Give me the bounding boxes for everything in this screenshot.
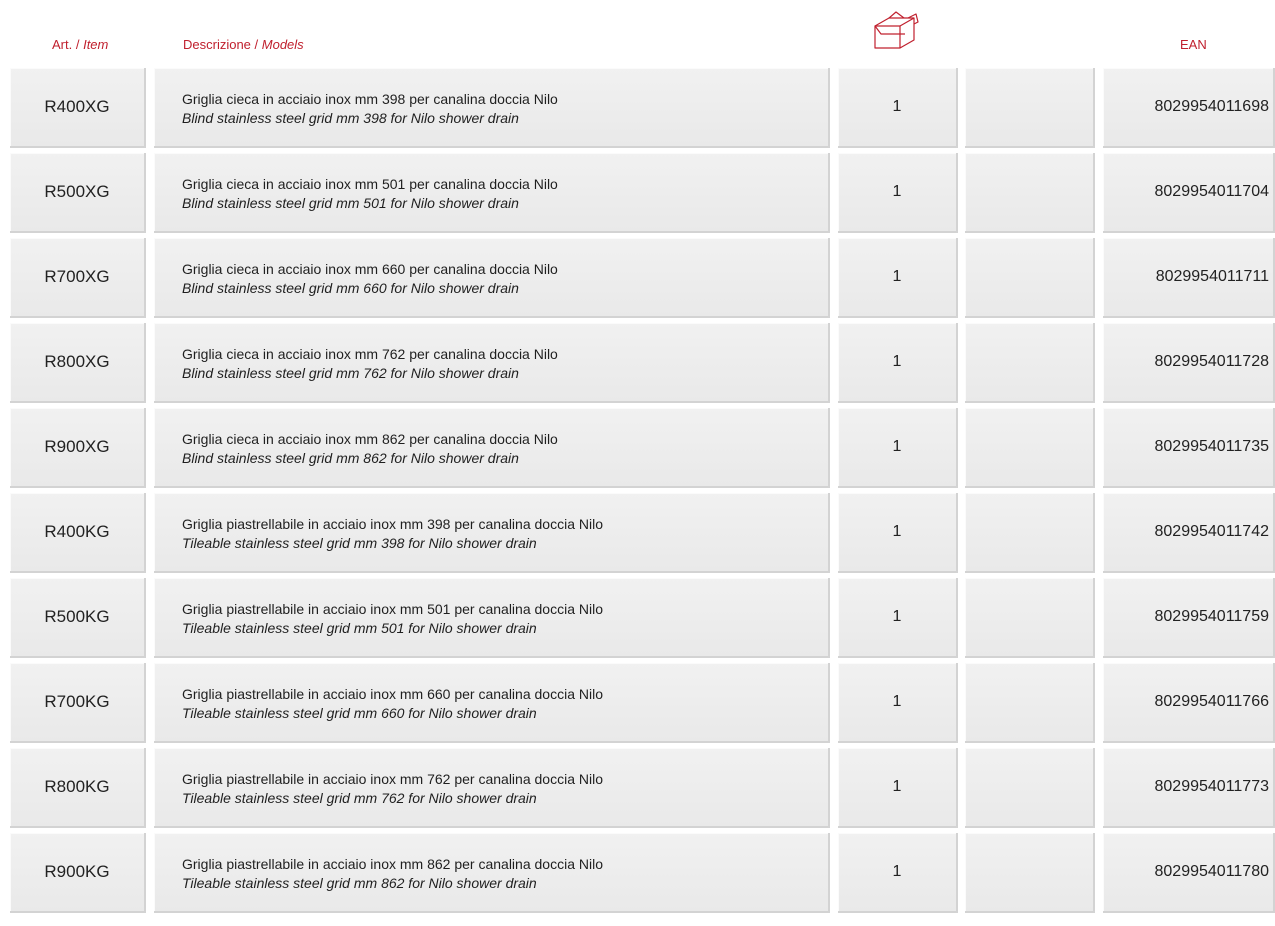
- description-it: Griglia piastrellabile in acciaio inox m…: [182, 686, 603, 702]
- description-it: Griglia cieca in acciaio inox mm 501 per…: [182, 176, 558, 192]
- description-cell: Griglia cieca in acciaio inox mm 660 per…: [154, 238, 830, 318]
- header-description-label-en: Models: [261, 37, 304, 52]
- package-qty: 1: [838, 578, 958, 658]
- table-row: R900KG Griglia piastrellabile in acciaio…: [0, 833, 1275, 913]
- header-ean: EAN: [1180, 37, 1207, 52]
- table-row: R700XG Griglia cieca in acciaio inox mm …: [0, 238, 1275, 318]
- package-qty: 1: [838, 748, 958, 828]
- item-code: R800XG: [10, 323, 146, 403]
- ean-code: 8029954011728: [1103, 323, 1275, 403]
- ean-code: 8029954011704: [1103, 153, 1275, 233]
- header-item: Art. / Item: [52, 37, 108, 52]
- description-cell: Griglia piastrellabile in acciaio inox m…: [154, 493, 830, 573]
- empty-cell: [965, 663, 1095, 743]
- package-qty: 1: [838, 238, 958, 318]
- description-en: Tileable stainless steel grid mm 501 for…: [182, 620, 537, 636]
- empty-cell: [965, 408, 1095, 488]
- table-row: R800KG Griglia piastrellabile in acciaio…: [0, 748, 1275, 828]
- table-header: Art. / Item Descrizione / Models EAN: [0, 0, 1275, 64]
- description-it: Griglia cieca in acciaio inox mm 862 per…: [182, 431, 558, 447]
- empty-cell: [965, 578, 1095, 658]
- item-code: R400XG: [10, 68, 146, 148]
- description-en: Blind stainless steel grid mm 660 for Ni…: [182, 280, 519, 296]
- description-cell: Griglia cieca in acciaio inox mm 862 per…: [154, 408, 830, 488]
- item-code: R800KG: [10, 748, 146, 828]
- ean-code: 8029954011735: [1103, 408, 1275, 488]
- item-code: R700KG: [10, 663, 146, 743]
- item-code: R900KG: [10, 833, 146, 913]
- description-cell: Griglia cieca in acciaio inox mm 501 per…: [154, 153, 830, 233]
- empty-cell: [965, 748, 1095, 828]
- header-description-label: Descrizione /: [183, 37, 259, 52]
- empty-cell: [965, 493, 1095, 573]
- package-qty: 1: [838, 833, 958, 913]
- table-row: R500KG Griglia piastrellabile in acciaio…: [0, 578, 1275, 658]
- description-en: Blind stainless steel grid mm 501 for Ni…: [182, 195, 519, 211]
- description-cell: Griglia cieca in acciaio inox mm 762 per…: [154, 323, 830, 403]
- ean-code: 8029954011759: [1103, 578, 1275, 658]
- description-it: Griglia cieca in acciaio inox mm 660 per…: [182, 261, 558, 277]
- ean-code: 8029954011780: [1103, 833, 1275, 913]
- table-row: R500XG Griglia cieca in acciaio inox mm …: [0, 153, 1275, 233]
- description-it: Griglia piastrellabile in acciaio inox m…: [182, 856, 603, 872]
- description-it: Griglia cieca in acciaio inox mm 762 per…: [182, 346, 558, 362]
- ean-code: 8029954011773: [1103, 748, 1275, 828]
- box-icon: [872, 10, 920, 52]
- description-en: Tileable stainless steel grid mm 762 for…: [182, 790, 537, 806]
- description-en: Blind stainless steel grid mm 398 for Ni…: [182, 110, 519, 126]
- description-cell: Griglia piastrellabile in acciaio inox m…: [154, 578, 830, 658]
- package-qty: 1: [838, 323, 958, 403]
- item-code: R900XG: [10, 408, 146, 488]
- item-code: R500KG: [10, 578, 146, 658]
- description-en: Tileable stainless steel grid mm 862 for…: [182, 875, 537, 891]
- description-en: Blind stainless steel grid mm 762 for Ni…: [182, 365, 519, 381]
- item-code: R500XG: [10, 153, 146, 233]
- description-cell: Griglia piastrellabile in acciaio inox m…: [154, 663, 830, 743]
- ean-code: 8029954011698: [1103, 68, 1275, 148]
- description-it: Griglia piastrellabile in acciaio inox m…: [182, 516, 603, 532]
- header-item-label-en: Item: [83, 37, 109, 52]
- package-qty: 1: [838, 493, 958, 573]
- table-row: R400KG Griglia piastrellabile in acciaio…: [0, 493, 1275, 573]
- description-cell: Griglia cieca in acciaio inox mm 398 per…: [154, 68, 830, 148]
- description-it: Griglia cieca in acciaio inox mm 398 per…: [182, 91, 558, 107]
- package-qty: 1: [838, 68, 958, 148]
- package-qty: 1: [838, 408, 958, 488]
- empty-cell: [965, 238, 1095, 318]
- package-qty: 1: [838, 663, 958, 743]
- ean-code: 8029954011766: [1103, 663, 1275, 743]
- description-it: Griglia piastrellabile in acciaio inox m…: [182, 771, 603, 787]
- header-description: Descrizione / Models: [183, 37, 304, 52]
- table-row: R700KG Griglia piastrellabile in acciaio…: [0, 663, 1275, 743]
- empty-cell: [965, 323, 1095, 403]
- ean-code: 8029954011742: [1103, 493, 1275, 573]
- empty-cell: [965, 68, 1095, 148]
- description-cell: Griglia piastrellabile in acciaio inox m…: [154, 748, 830, 828]
- table-row: R400XG Griglia cieca in acciaio inox mm …: [0, 68, 1275, 148]
- description-it: Griglia piastrellabile in acciaio inox m…: [182, 601, 603, 617]
- package-qty: 1: [838, 153, 958, 233]
- description-en: Tileable stainless steel grid mm 660 for…: [182, 705, 537, 721]
- empty-cell: [965, 153, 1095, 233]
- item-code: R700XG: [10, 238, 146, 318]
- table-row: R900XG Griglia cieca in acciaio inox mm …: [0, 408, 1275, 488]
- header-item-label: Art. /: [52, 37, 80, 52]
- table-row: R800XG Griglia cieca in acciaio inox mm …: [0, 323, 1275, 403]
- ean-code: 8029954011711: [1103, 238, 1275, 318]
- empty-cell: [965, 833, 1095, 913]
- description-en: Tileable stainless steel grid mm 398 for…: [182, 535, 537, 551]
- item-code: R400KG: [10, 493, 146, 573]
- description-en: Blind stainless steel grid mm 862 for Ni…: [182, 450, 519, 466]
- description-cell: Griglia piastrellabile in acciaio inox m…: [154, 833, 830, 913]
